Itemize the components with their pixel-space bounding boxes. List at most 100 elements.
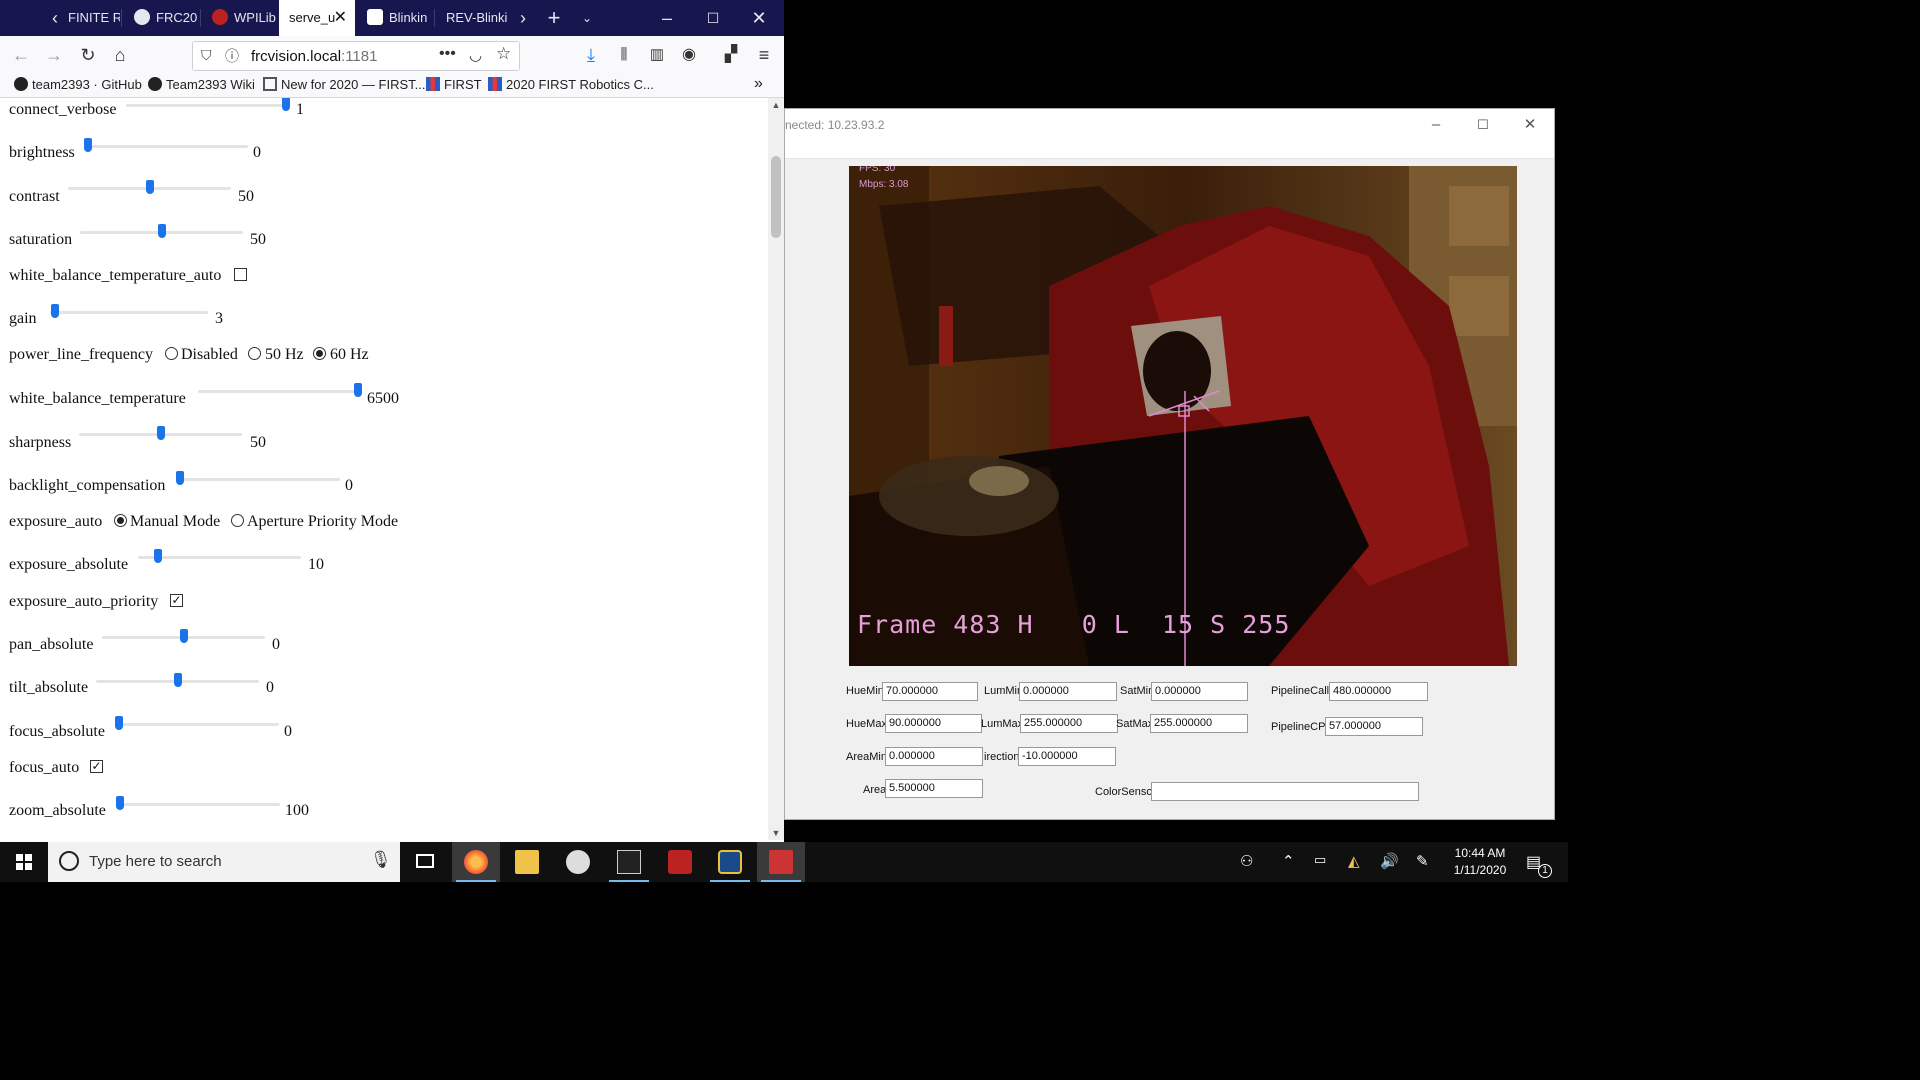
wpilib-icon xyxy=(668,850,692,874)
slider-backlight-compensation[interactable] xyxy=(176,471,340,486)
field-satmin[interactable]: 0.000000 xyxy=(1151,682,1248,701)
page-actions-icon[interactable]: ••• xyxy=(439,45,456,63)
bookmarks-overflow-icon[interactable]: » xyxy=(754,75,763,93)
slider-white-balance-temperature[interactable] xyxy=(198,383,362,398)
field-huemin[interactable]: 70.000000 xyxy=(882,682,978,701)
microphone-icon[interactable]: 🎙 xyxy=(370,850,392,870)
field-lummax[interactable]: 255.000000 xyxy=(1020,714,1118,733)
field-pipelinecalls[interactable]: 480.000000 xyxy=(1329,682,1428,701)
start-button[interactable] xyxy=(0,842,48,882)
extensions-icon[interactable]: ▞ xyxy=(717,41,745,69)
viewer-maximize-icon[interactable]: ☐ xyxy=(1468,115,1498,135)
slider-exposure-absolute[interactable] xyxy=(138,549,301,564)
viewer-close-icon[interactable]: ✕ xyxy=(1515,115,1545,135)
page-info-icon[interactable]: ⓘ xyxy=(225,46,239,66)
taskbar-wpilib[interactable] xyxy=(656,842,704,882)
taskbar-driver-station[interactable] xyxy=(554,842,602,882)
slider-pan-absolute[interactable] xyxy=(102,629,265,644)
bookmark-frc[interactable]: 2020 FIRST Robotics C... xyxy=(488,77,654,92)
label-lummax: LumMax xyxy=(981,718,1024,730)
field-direction[interactable]: -10.000000 xyxy=(1018,747,1116,766)
desktop: ‹ FINITE R FRC20 WPILib serve_u ✕ Blinki… xyxy=(0,0,1568,882)
taskbar-file-explorer[interactable] xyxy=(503,842,551,882)
menu-icon[interactable]: ≡ xyxy=(750,41,778,69)
tab-scroll-right-icon[interactable]: › xyxy=(512,0,534,36)
battery-icon[interactable]: ▭ xyxy=(1314,852,1326,868)
bookmark-wiki[interactable]: Team2393 Wiki xyxy=(148,77,255,92)
pocket-icon[interactable]: ◡ xyxy=(469,46,482,64)
slider-saturation[interactable] xyxy=(80,224,243,239)
scroll-down-icon[interactable]: ▼ xyxy=(768,828,784,838)
new-tab-icon[interactable]: + xyxy=(540,0,568,36)
tab-serve[interactable]: serve_u ✕ xyxy=(279,0,355,36)
radio-aperture-priority-mode[interactable] xyxy=(231,514,244,527)
reload-icon[interactable]: ↻ xyxy=(74,41,102,69)
library-icon[interactable]: ⫼ xyxy=(610,41,638,69)
back-icon[interactable]: ← xyxy=(7,41,35,69)
taskbar-search[interactable]: Type here to search 🎙 xyxy=(48,842,400,882)
pen-icon[interactable]: ✎ xyxy=(1416,852,1429,870)
tab-close-icon[interactable]: ✕ xyxy=(334,0,347,36)
search-placeholder: Type here to search xyxy=(89,853,222,870)
slider-focus-absolute[interactable] xyxy=(115,716,279,731)
field-colorsensor[interactable] xyxy=(1151,782,1419,801)
checkbox-exposure-auto-priority[interactable]: ✓ xyxy=(170,594,183,607)
task-view-button[interactable] xyxy=(401,842,449,882)
radio-60hz[interactable] xyxy=(313,347,326,360)
system-clock[interactable]: 10:44 AM 1/11/2020 xyxy=(1438,845,1522,879)
label-tilt-absolute: tilt_absolute xyxy=(9,679,89,696)
scrollbar-thumb[interactable] xyxy=(771,156,781,238)
close-window-icon[interactable]: ✕ xyxy=(744,0,774,36)
field-huemax[interactable]: 90.000000 xyxy=(885,714,982,733)
tab-rev-blinkin[interactable]: REV-Blinki xyxy=(436,0,510,36)
rev-icon xyxy=(367,9,383,25)
shield-icon[interactable]: ⛉ xyxy=(201,47,212,64)
people-icon[interactable]: ⚇ xyxy=(1240,852,1253,870)
taskbar-terminal[interactable] xyxy=(605,842,653,882)
taskbar-firefox[interactable] xyxy=(452,842,500,882)
taskbar-viewer[interactable] xyxy=(757,842,805,882)
download-icon[interactable]: ⤓ xyxy=(577,41,605,69)
wifi-icon[interactable]: ◭ xyxy=(1348,852,1360,870)
radio-50hz[interactable] xyxy=(248,347,261,360)
slider-tilt-absolute[interactable] xyxy=(96,673,259,688)
field-area[interactable]: 5.500000 xyxy=(885,779,983,798)
checkbox-white-balance-temperature-auto[interactable] xyxy=(234,268,247,281)
tab-frc[interactable]: FRC20 xyxy=(124,0,198,36)
slider-connect-verbose[interactable] xyxy=(126,98,290,112)
slider-contrast[interactable] xyxy=(68,180,231,195)
bookmark-github[interactable]: team2393 · GitHub xyxy=(14,77,142,92)
field-areamin[interactable]: 0.000000 xyxy=(885,747,983,766)
bookmark-new-for-2020[interactable]: New for 2020 — FIRST... xyxy=(263,77,426,92)
volume-icon[interactable]: 🔊 xyxy=(1380,852,1399,870)
home-icon[interactable]: ⌂ xyxy=(106,41,134,69)
forward-icon[interactable]: → xyxy=(40,41,68,69)
slider-gain[interactable] xyxy=(50,304,208,319)
taskbar-vision-app[interactable] xyxy=(706,842,754,882)
sidebar-icon[interactable]: ▥ xyxy=(643,41,671,69)
slider-brightness[interactable] xyxy=(84,138,248,153)
viewer-minimize-icon[interactable]: – xyxy=(1421,115,1451,135)
tab-wpilib[interactable]: WPILib xyxy=(202,0,276,36)
field-lummin[interactable]: 0.000000 xyxy=(1019,682,1117,701)
tab-finite[interactable]: FINITE R xyxy=(58,0,120,36)
checkbox-focus-auto[interactable]: ✓ xyxy=(90,760,103,773)
slider-zoom-absolute[interactable] xyxy=(116,796,280,811)
list-tabs-icon[interactable]: ⌄ xyxy=(574,0,600,36)
value-sharpness: 50 xyxy=(250,434,266,451)
bookmark-first[interactable]: FIRST xyxy=(426,77,482,92)
maximize-icon[interactable]: ☐ xyxy=(698,0,728,36)
minimize-icon[interactable]: – xyxy=(652,0,682,36)
page-scrollbar[interactable]: ▲ ▼ xyxy=(768,98,784,840)
bookmark-star-icon[interactable]: ☆ xyxy=(496,44,511,64)
scroll-up-icon[interactable]: ▲ xyxy=(768,100,784,110)
radio-manual-mode[interactable] xyxy=(114,514,127,527)
show-hidden-icons[interactable]: ⌃ xyxy=(1282,852,1295,870)
tab-blinkin[interactable]: Blinkin xyxy=(357,0,432,36)
url-bar[interactable]: ⛉ ⓘ frcvision.local:1181 ••• ◡ ☆ xyxy=(192,41,520,71)
field-pipelinecps[interactable]: 57.000000 xyxy=(1325,717,1423,736)
slider-sharpness[interactable] xyxy=(79,426,242,441)
account-icon[interactable]: ◉ xyxy=(675,41,703,69)
field-satmax[interactable]: 255.000000 xyxy=(1150,714,1248,733)
radio-disabled[interactable] xyxy=(165,347,178,360)
